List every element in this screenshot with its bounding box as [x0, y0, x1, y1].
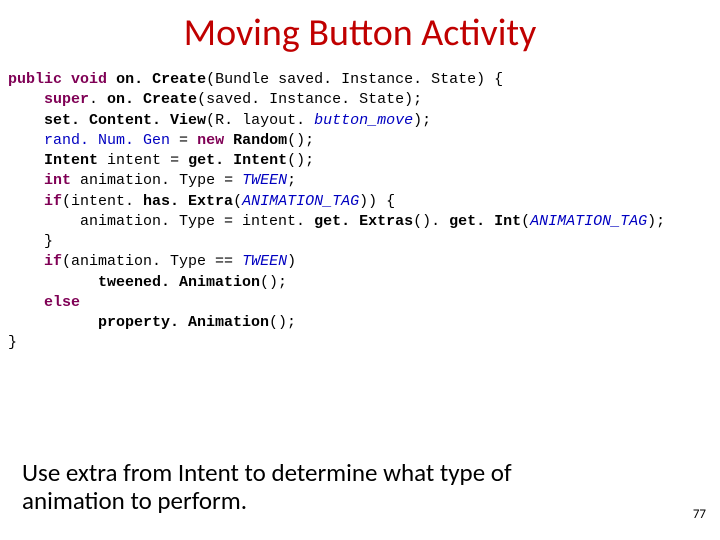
code-block: public void on. Create(Bundle saved. Ins…	[0, 56, 720, 354]
page-number: 77	[693, 507, 706, 522]
r-layout: R. layout.	[215, 112, 305, 129]
kw-else: else	[44, 294, 80, 311]
call-getextras: get. Extras	[314, 213, 413, 230]
page-title: Moving Button Activity	[0, 0, 720, 56]
kw-super: super	[44, 91, 89, 108]
caption-text: Use extra from Intent to determine what …	[22, 459, 582, 517]
kw-void: void	[71, 71, 107, 88]
static-tween1: TWEEN	[242, 172, 287, 189]
class-random: Random	[233, 132, 287, 149]
static-button-move: button_move	[314, 112, 413, 129]
static-tag1: ANIMATION_TAG	[242, 193, 359, 210]
call-oncreate: on. Create	[107, 91, 197, 108]
field-rand: rand. Num. Gen	[44, 132, 170, 149]
static-tween2: TWEEN	[242, 253, 287, 270]
kw-public: public	[8, 71, 62, 88]
var-animtype: animation. Type	[80, 172, 215, 189]
call-setcontent: set. Content. View	[44, 112, 206, 129]
call-getint: get. Int	[449, 213, 521, 230]
method-oncreate: on. Create	[116, 71, 206, 88]
static-tag2: ANIMATION_TAG	[530, 213, 647, 230]
arg-saved: saved. Instance. State	[206, 91, 404, 108]
slide: Moving Button Activity public void on. C…	[0, 0, 720, 540]
kw-int: int	[44, 172, 71, 189]
call-hasextra: has. Extra	[143, 193, 233, 210]
class-intent: Intent	[44, 152, 98, 169]
call-getintent: get. Intent	[188, 152, 287, 169]
call-property: property. Animation	[98, 314, 269, 331]
kw-if1: if	[44, 193, 62, 210]
call-tweened: tweened. Animation	[98, 274, 260, 291]
kw-new: new	[197, 132, 224, 149]
kw-if2: if	[44, 253, 62, 270]
param-bundle: Bundle saved. Instance. State	[215, 71, 476, 88]
var-intent: intent	[107, 152, 161, 169]
